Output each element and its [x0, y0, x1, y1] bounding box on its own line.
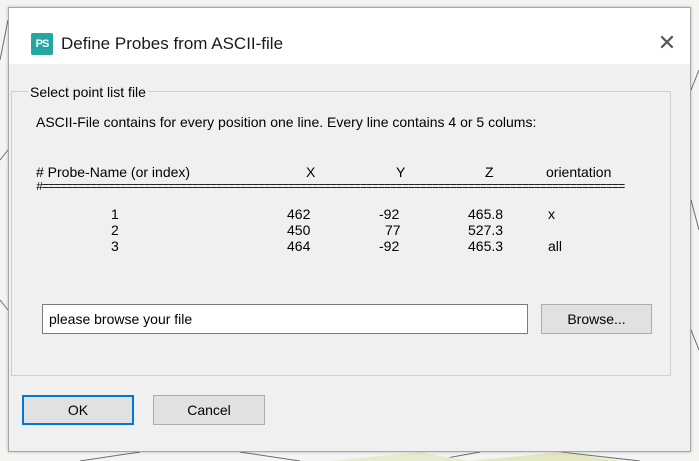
- cell-name: 1: [111, 206, 119, 222]
- cell-x: 462: [287, 206, 311, 222]
- window-title: Define Probes from ASCII-file: [61, 34, 284, 53]
- separator-line: #=======================================…: [36, 180, 625, 194]
- cell-orientation: x: [548, 206, 555, 222]
- cell-y: -92: [379, 238, 400, 254]
- column-header-y: Y: [396, 164, 406, 180]
- format-description: ASCII-File contains for every position o…: [36, 114, 537, 130]
- cell-x: 450: [287, 222, 311, 238]
- column-header-name: # Probe-Name (or index): [36, 164, 191, 180]
- cell-name: 3: [111, 238, 119, 254]
- cell-x: 464: [287, 238, 311, 254]
- cancel-button[interactable]: Cancel: [153, 395, 265, 425]
- column-header-z: Z: [485, 164, 494, 180]
- cell-orientation: all: [548, 238, 563, 254]
- cell-z: 527.3: [468, 222, 504, 238]
- app-icon: PS: [31, 33, 53, 55]
- cell-z: 465.8: [468, 206, 504, 222]
- cell-name: 2: [111, 222, 119, 238]
- ok-button[interactable]: OK: [22, 395, 134, 425]
- close-icon[interactable]: ✕: [654, 30, 680, 56]
- group-label: Select point list file: [28, 84, 148, 100]
- browse-button[interactable]: Browse...: [541, 304, 652, 334]
- cell-z: 465.3: [468, 238, 504, 254]
- cell-y: 77: [385, 222, 401, 238]
- cell-y: -92: [379, 206, 400, 222]
- title-bar: PS Define Probes from ASCII-file ✕: [9, 8, 690, 64]
- column-header-x: X: [306, 164, 316, 180]
- column-header-orientation: orientation: [546, 164, 612, 180]
- file-path-input[interactable]: [42, 304, 528, 334]
